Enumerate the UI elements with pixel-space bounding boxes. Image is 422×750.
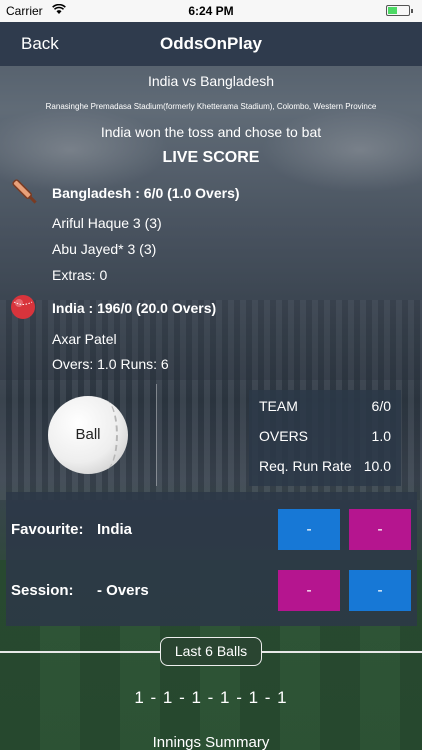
page-title: OddsOnPlay xyxy=(159,34,263,53)
battery-icon xyxy=(386,5,413,16)
stat-overs-label: OVERS xyxy=(259,428,309,444)
venue-text: Ranasinghe Premadasa Stadium(formerly Kh… xyxy=(45,102,377,111)
session-label: Session: xyxy=(11,582,74,599)
favourite-lay-button[interactable]: - xyxy=(349,509,411,550)
navigation-bar: Back OddsOnPlay xyxy=(0,22,422,66)
stat-team: TEAM 6/0 xyxy=(259,398,391,414)
extras-text: Extras: 0 xyxy=(52,267,108,283)
stats-box: TEAM 6/0 OVERS 1.0 Req. Run Rate 10.0 xyxy=(249,390,401,486)
batsman-2: Abu Jayed* 3 (3) xyxy=(52,241,157,257)
match-title: India vs Bangladesh xyxy=(147,73,275,89)
batting-team-score: Bangladesh : 6/0 (1.0 Overs) xyxy=(52,185,240,201)
cricket-ball-icon xyxy=(10,294,36,320)
favourite-team: India xyxy=(97,521,133,538)
innings-summary-link[interactable]: Innings Summary xyxy=(0,734,422,750)
bowler-figures: Overs: 1.0 Runs: 6 xyxy=(52,356,169,372)
session-yes-button[interactable]: - xyxy=(349,570,411,611)
bowling-team-score: India : 196/0 (20.0 Overs) xyxy=(52,300,217,316)
toss-result: India won the toss and chose to bat xyxy=(100,124,322,140)
current-ball-indicator: Ball xyxy=(48,396,128,474)
ball-seam-icon xyxy=(92,400,118,470)
batsman-1: Ariful Haque 3 (3) xyxy=(52,215,162,231)
cricket-bat-icon xyxy=(8,175,42,209)
stat-rrr: Req. Run Rate 10.0 xyxy=(259,458,391,474)
status-time: 6:24 PM xyxy=(188,4,234,18)
favourite-label: Favourite: xyxy=(11,521,84,538)
divider xyxy=(156,384,157,486)
live-score-heading: LIVE SCORE xyxy=(162,149,260,166)
odds-panel: Favourite: India - - Session: - Overs - … xyxy=(6,492,417,626)
bowler-name: Axar Patel xyxy=(52,331,117,347)
stat-rrr-label: Req. Run Rate xyxy=(259,458,352,474)
last-6-balls-label: Last 6 Balls xyxy=(160,637,262,666)
session-no-button[interactable]: - xyxy=(278,570,340,611)
session-value: - Overs xyxy=(97,582,149,599)
stat-team-label: TEAM xyxy=(259,398,298,414)
favourite-back-button[interactable]: - xyxy=(278,509,340,550)
status-bar: Carrier 6:24 PM xyxy=(0,0,422,22)
stat-overs-value: 1.0 xyxy=(371,428,391,444)
stat-team-value: 6/0 xyxy=(371,398,391,414)
stat-overs: OVERS 1.0 xyxy=(259,428,391,444)
last-balls-sequence: 1 - 1 - 1 - 1 - 1 - 1 xyxy=(134,688,288,707)
stat-rrr-value: 10.0 xyxy=(363,458,391,474)
